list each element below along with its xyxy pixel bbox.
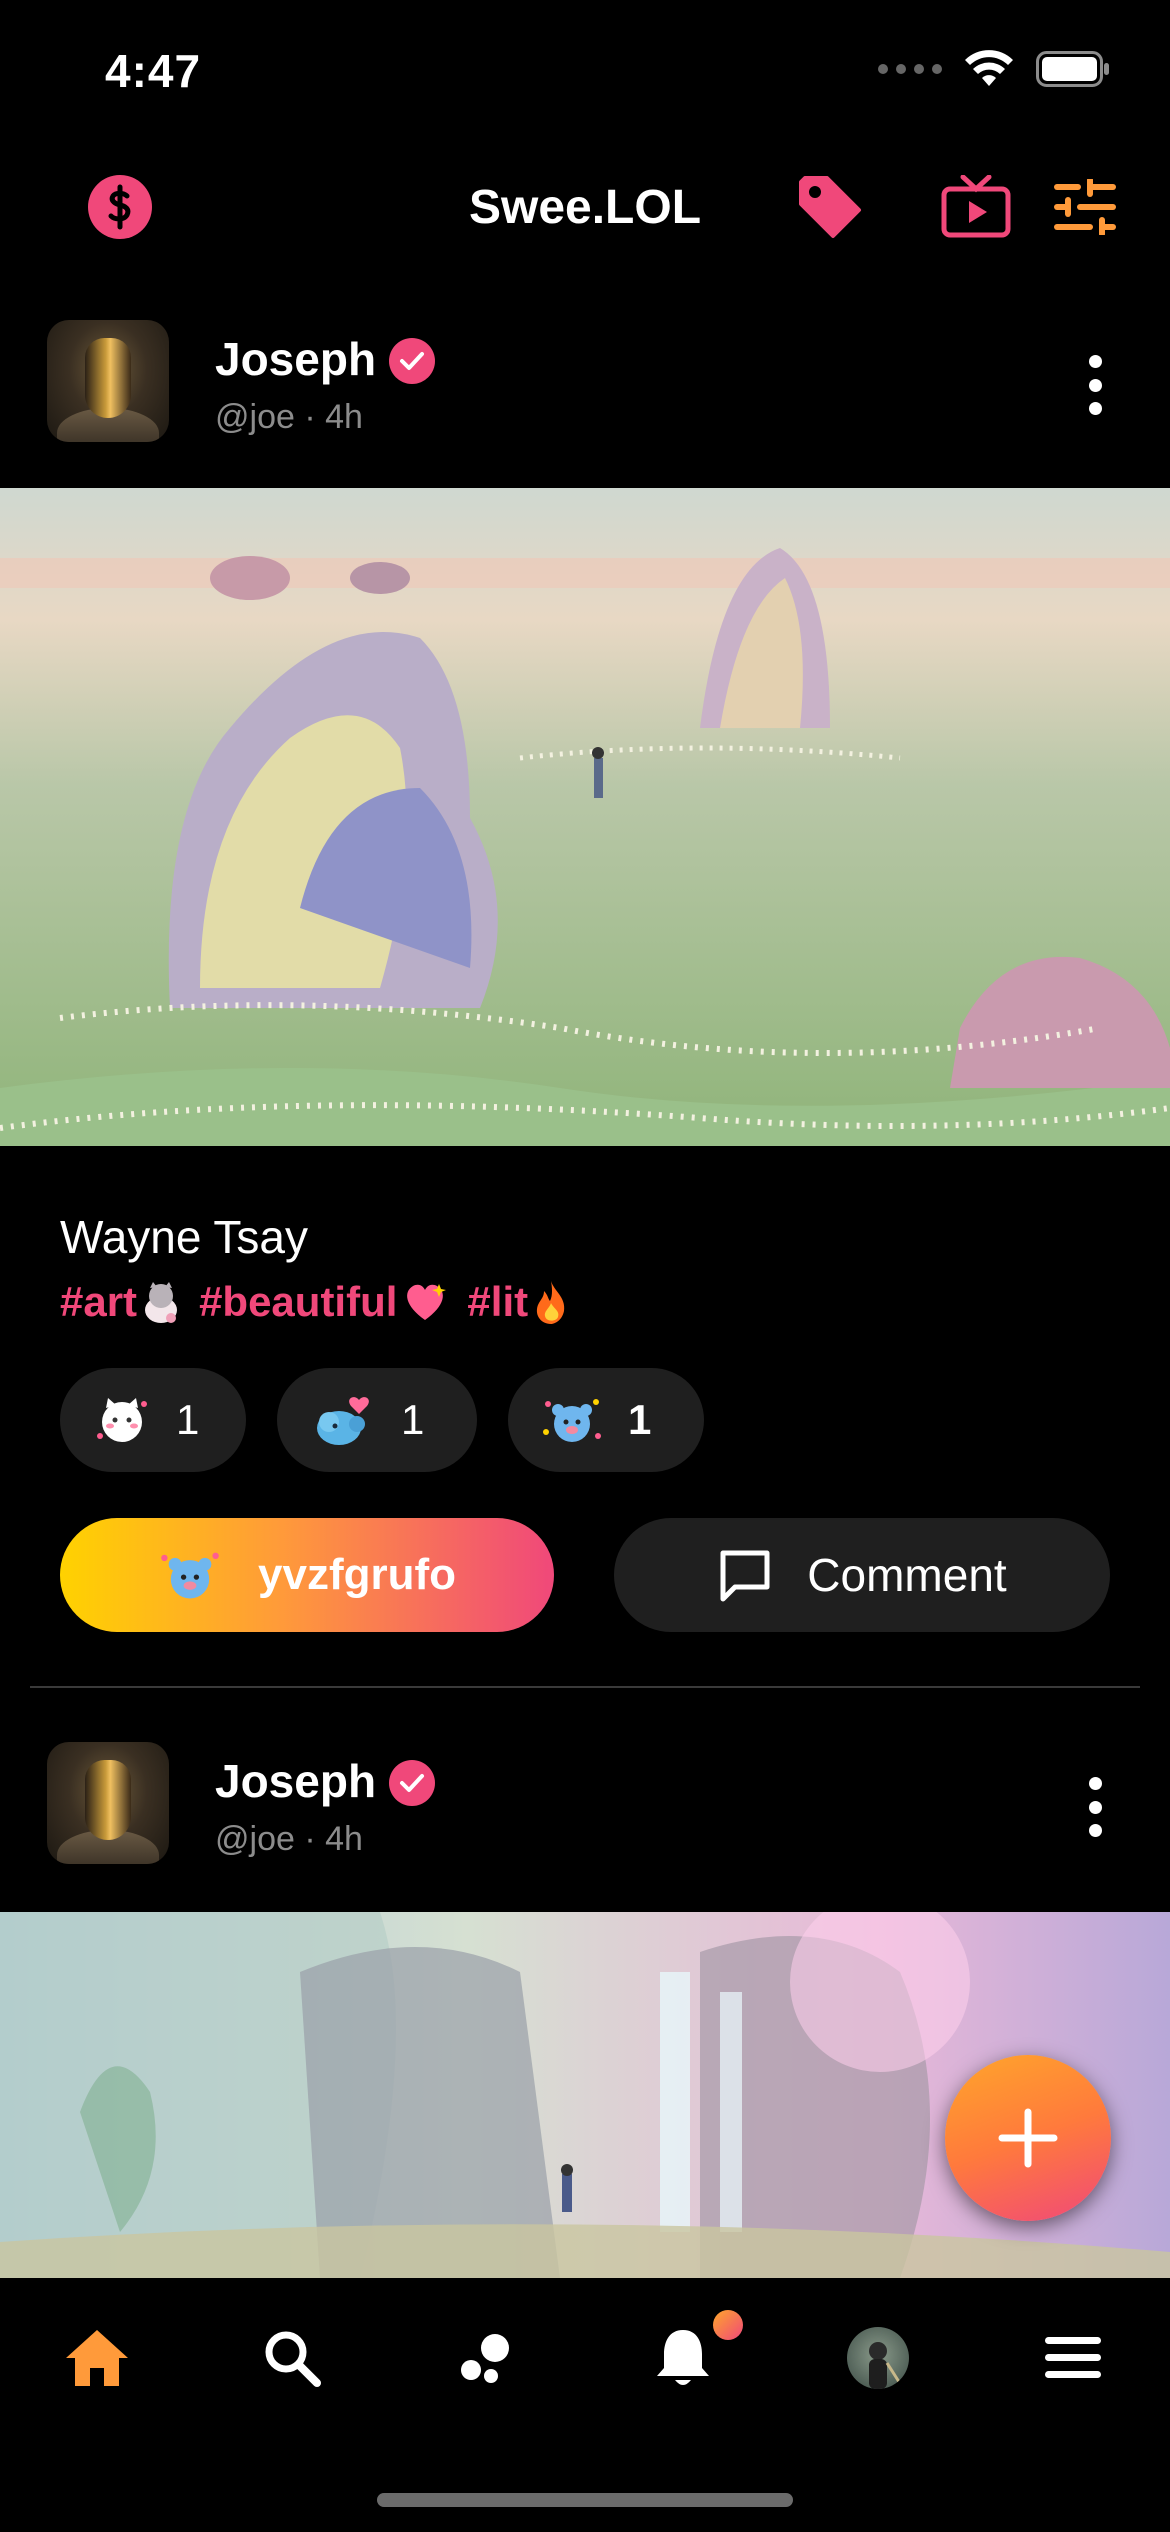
author-name[interactable]: Joseph xyxy=(215,1754,376,1808)
reaction-chip[interactable]: 1 xyxy=(277,1368,477,1472)
cat-sticker-icon xyxy=(97,1398,147,1442)
tab-search[interactable] xyxy=(252,2318,332,2398)
create-post-button[interactable] xyxy=(945,2055,1111,2221)
reaction-chip[interactable]: 1 xyxy=(508,1368,704,1472)
hashtags: #art #beautiful #lit xyxy=(60,1278,570,1326)
tab-menu[interactable] xyxy=(1033,2318,1113,2398)
home-indicator xyxy=(377,2493,793,2507)
wifi-icon xyxy=(965,50,1013,86)
blue-bear-sticker-icon xyxy=(161,1552,219,1599)
post-header: Joseph @joe · 4h xyxy=(0,1732,1170,1882)
tag-icon[interactable] xyxy=(795,172,865,242)
verified-badge-icon xyxy=(389,1760,435,1806)
tab-profile[interactable] xyxy=(838,2318,918,2398)
tab-home[interactable] xyxy=(57,2318,137,2398)
filter-sliders-icon[interactable] xyxy=(1050,172,1120,242)
more-options-icon[interactable] xyxy=(1075,1777,1115,1837)
hashtag-art[interactable]: #art xyxy=(60,1278,181,1326)
hashtag-lit[interactable]: #lit xyxy=(467,1278,570,1326)
comment-button-label: Comment xyxy=(807,1549,1007,1601)
divider xyxy=(30,1686,1140,1688)
home-icon xyxy=(66,2330,128,2386)
post-image[interactable] xyxy=(0,488,1170,1146)
cat-sticker-icon xyxy=(145,1282,178,1323)
tv-icon[interactable] xyxy=(940,172,1012,242)
status-indicators xyxy=(878,50,1110,88)
hashtag-beautiful[interactable]: #beautiful xyxy=(199,1278,449,1326)
reaction-count: 1 xyxy=(401,1396,425,1443)
avatar[interactable] xyxy=(47,320,169,442)
post-header: Joseph @joe · 4h xyxy=(0,310,1170,460)
search-icon xyxy=(265,2331,321,2387)
menu-icon xyxy=(1045,2337,1101,2378)
author-handle-time: @joe · 4h xyxy=(215,398,363,436)
blue-bear-sticker-icon xyxy=(543,1399,601,1442)
heart-sparkle-icon xyxy=(407,1284,447,1320)
comment-button[interactable]: Comment xyxy=(614,1518,1110,1632)
bubbles-icon xyxy=(461,2334,509,2383)
bell-icon xyxy=(657,2330,709,2385)
fire-icon xyxy=(537,1281,565,1324)
react-button[interactable]: yvzfgrufo xyxy=(60,1518,554,1632)
comment-icon xyxy=(720,1550,770,1602)
react-button-label: yvzfgrufo xyxy=(258,1550,456,1599)
author-name[interactable]: Joseph xyxy=(215,332,376,386)
notification-badge xyxy=(713,2310,743,2340)
more-options-icon[interactable] xyxy=(1075,355,1115,415)
tab-communities[interactable] xyxy=(447,2318,527,2398)
battery-icon xyxy=(1036,51,1109,87)
author-handle-time: @joe · 4h xyxy=(215,1820,363,1858)
cellular-signal-icon xyxy=(878,64,942,74)
caption-author: Wayne Tsay xyxy=(60,1211,308,1263)
avatar[interactable] xyxy=(47,1742,169,1864)
status-time: 4:47 xyxy=(105,45,202,97)
profile-avatar-icon xyxy=(847,2327,909,2389)
app-header: Swee.LOL xyxy=(0,140,1170,275)
reaction-count: 1 xyxy=(628,1396,652,1443)
elephant-sticker-icon xyxy=(317,1397,369,1445)
plus-icon xyxy=(998,2108,1058,2168)
verified-badge-icon xyxy=(389,338,435,384)
status-bar: 4:47 xyxy=(0,0,1170,140)
reaction-count: 1 xyxy=(176,1396,200,1443)
reaction-chip[interactable]: 1 xyxy=(60,1368,246,1472)
tab-notifications[interactable] xyxy=(643,2310,743,2398)
